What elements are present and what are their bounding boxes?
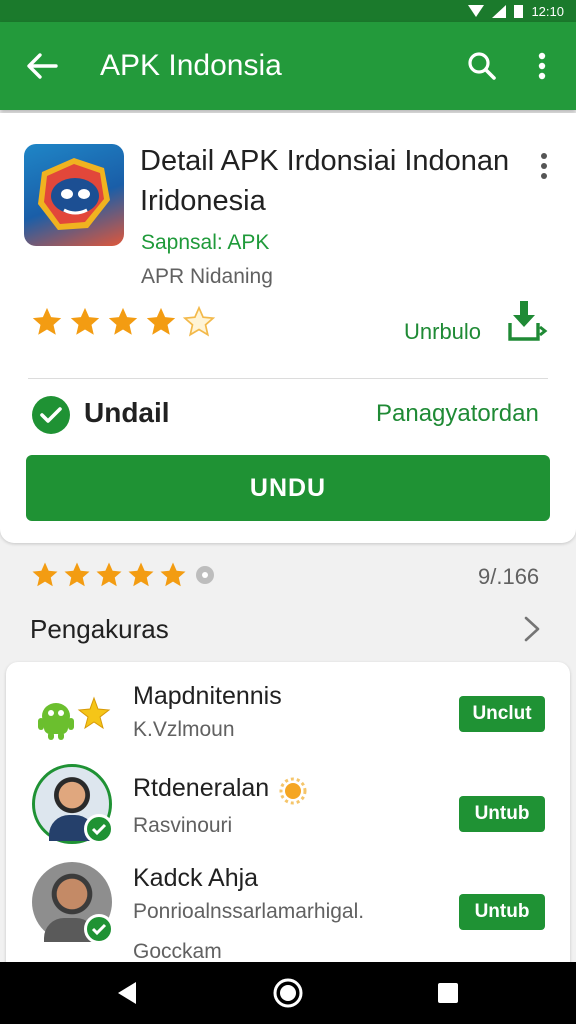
sun-badge-icon: [279, 777, 307, 805]
developer-link[interactable]: Sapnsal: APK: [141, 231, 269, 255]
section-title[interactable]: Pengakuras: [30, 614, 169, 645]
verified-link[interactable]: Panagyatordan: [376, 400, 539, 428]
verified-label: Undail: [84, 397, 170, 428]
item-subtitle: Ponrioalnssarlamarhigal.: [133, 900, 365, 923]
check-icon: [91, 823, 107, 836]
star-filled-icon: [64, 562, 90, 587]
verified-badge-icon: [84, 814, 114, 844]
rating-count: 9/.166: [478, 564, 540, 589]
check-circle-icon: [32, 396, 70, 434]
more-vert-icon[interactable]: [530, 147, 558, 187]
wifi-icon: [468, 5, 485, 17]
item-subtitle-secondary: Gocckam: [133, 940, 222, 962]
install-link[interactable]: Unrbulo: [404, 319, 481, 345]
item-install-button[interactable]: Untub: [459, 796, 545, 832]
status-icons: 12:10: [468, 0, 564, 22]
battery-icon: [514, 4, 524, 18]
item-name: Mapdnitennis: [133, 682, 282, 710]
star-filled-icon: [32, 307, 62, 335]
list-item[interactable]: Mapdnitennis K.Vzlmoun Unclut: [6, 674, 570, 774]
back-nav-icon[interactable]: [106, 973, 146, 1013]
ratings-stars: [30, 560, 214, 590]
app-bar-title: APK Indonsia: [100, 49, 282, 82]
status-time: 12:10: [531, 3, 564, 19]
download-button[interactable]: UNDU: [26, 455, 550, 521]
info-icon: [196, 566, 214, 584]
star-filled-icon: [96, 562, 122, 587]
android-mascot-icon: [38, 696, 111, 740]
list-item[interactable]: Rtdeneralan Rasvinouri Untub: [6, 764, 570, 864]
app-logo-icon: [38, 158, 110, 230]
search-icon[interactable]: [462, 46, 502, 86]
signal-icon: [492, 4, 507, 18]
star-outline-icon: [182, 305, 216, 337]
star-filled-icon: [108, 307, 138, 335]
status-bar: 12:10: [0, 0, 576, 22]
list-item[interactable]: Kadck Ahja Ponrioalnssarlamarhigal. Gocc…: [6, 860, 570, 962]
app-bar: APK Indonsia: [0, 22, 576, 110]
app-category: APR Nidaning: [141, 265, 273, 288]
app-icon: [24, 144, 124, 246]
app-rating-stars: [30, 305, 216, 339]
item-install-button[interactable]: Untub: [459, 894, 545, 930]
download-icon[interactable]: [504, 297, 548, 345]
item-name: Rtdeneralan: [133, 774, 270, 802]
related-list: Mapdnitennis K.Vzlmoun Unclut Rtdenerala…: [6, 662, 570, 982]
app-title: Detail APK Irdonsiai Indonan Iridonesia: [140, 145, 510, 217]
item-install-button[interactable]: Unclut: [459, 696, 545, 732]
check-icon: [91, 923, 107, 936]
item-name: Kadck Ahja: [133, 864, 259, 892]
star-filled-icon: [128, 562, 154, 587]
more-vert-icon[interactable]: [522, 46, 562, 86]
star-filled-icon: [70, 307, 100, 335]
chevron-right-icon[interactable]: [518, 612, 546, 646]
item-subtitle: K.Vzlmoun: [133, 718, 235, 741]
star-filled-icon: [146, 307, 176, 335]
recents-nav-icon[interactable]: [428, 973, 468, 1013]
app-detail-card: Detail APK Irdonsiai Indonan Iridonesia …: [0, 113, 576, 543]
arrow-back-icon[interactable]: [22, 46, 62, 86]
system-nav-bar: [0, 962, 576, 1024]
home-nav-icon[interactable]: [268, 973, 308, 1013]
star-filled-icon: [32, 562, 58, 587]
star-filled-icon: [160, 562, 186, 587]
verified-badge-icon: [84, 914, 114, 944]
divider: [28, 378, 548, 379]
item-subtitle: Rasvinouri: [133, 814, 233, 837]
